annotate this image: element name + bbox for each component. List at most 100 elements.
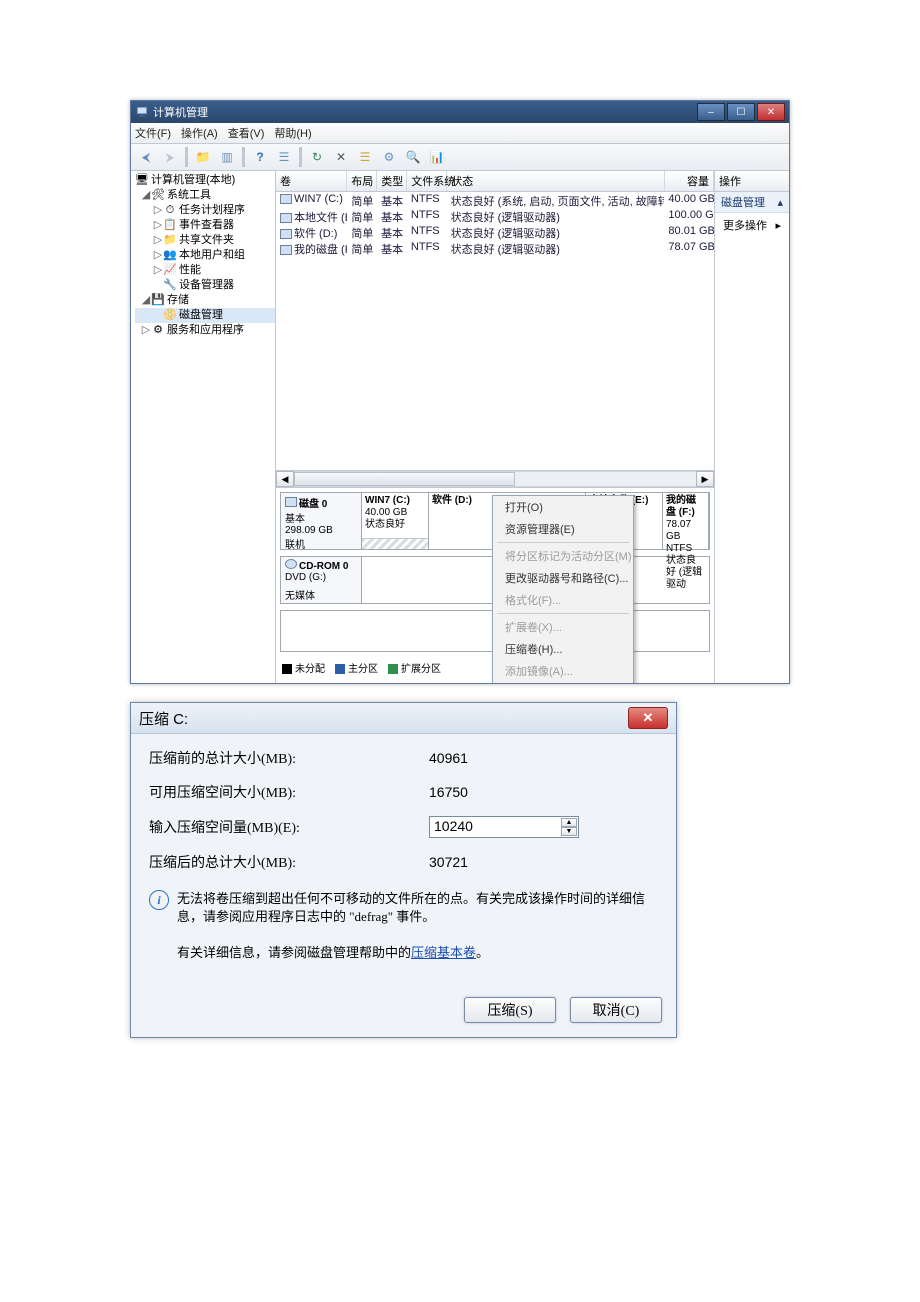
partition-c[interactable]: WIN7 (C:) 40.00 GB 状态良好: [362, 493, 429, 549]
scroll-thumb[interactable]: [294, 472, 515, 486]
size-after-label: 压缩后的总计大小(MB):: [149, 852, 429, 872]
forward-icon[interactable]: ⮞: [159, 146, 181, 168]
window-titlebar[interactable]: 计算机管理 – ☐ ✕: [131, 101, 789, 123]
ctx-add-mirror: 添加镜像(A)...: [493, 660, 633, 682]
cdrom-label: CD-ROM 0 DVD (G:) 无媒体: [281, 557, 362, 603]
col-layout[interactable]: 布局: [347, 171, 377, 191]
shrink-amount-input[interactable]: 10240 ▲ ▼: [429, 816, 579, 838]
actions-pane: 操作 磁盘管理▴ 更多操作▸: [715, 171, 789, 683]
legend-extended-icon: [388, 664, 398, 674]
volume-row[interactable]: 本地文件 (E:) 简单 基本 NTFS 状态良好 (逻辑驱动器) 100.00…: [276, 209, 714, 225]
spin-up-icon[interactable]: ▲: [561, 818, 577, 827]
col-status[interactable]: 状态: [447, 171, 664, 191]
ctx-open[interactable]: 打开(O): [493, 496, 633, 518]
menu-help[interactable]: 帮助(H): [274, 125, 311, 141]
tree-shared-folders[interactable]: ▷📁共享文件夹: [135, 233, 275, 248]
disk-row-0[interactable]: 磁盘 0 基本 298.09 GB 联机 WIN7 (C:) 40.00 GB …: [280, 492, 710, 550]
center-pane: 卷 布局 类型 文件系统 状态 容量 WIN7 (C:) 简单 基本 NTFS …: [276, 171, 715, 683]
tree-event-viewer[interactable]: ▷📋事件查看器: [135, 218, 275, 233]
refresh-icon[interactable]: ↻: [306, 146, 328, 168]
spinner[interactable]: ▲ ▼: [561, 818, 577, 836]
cancel-button[interactable]: 取消(C): [570, 997, 662, 1023]
volume-list: WIN7 (C:) 简单 基本 NTFS 状态良好 (系统, 启动, 页面文件,…: [276, 192, 714, 258]
col-fs[interactable]: 文件系统: [407, 171, 447, 191]
ctx-extend: 扩展卷(X)...: [493, 616, 633, 638]
help-icon[interactable]: ?: [249, 146, 271, 168]
volume-row[interactable]: 软件 (D:) 简单 基本 NTFS 状态良好 (逻辑驱动器) 80.01 GB: [276, 225, 714, 241]
ctx-shrink[interactable]: 压缩卷(H)...: [493, 638, 633, 660]
legend-unallocated-icon: [282, 664, 292, 674]
toolbar: ⮜ ⮞ 📁 ▥ ? ☰ ↻ ✕ ☰ ⚙ 🔍 📊: [131, 144, 789, 171]
scroll-right-icon[interactable]: ▶: [696, 471, 714, 487]
dialog-title: 压缩 C:: [139, 708, 188, 729]
help-link-line: 有关详细信息，请参阅磁盘管理帮助中的压缩基本卷。: [149, 942, 658, 983]
chevron-right-icon: ▸: [775, 219, 781, 232]
delete-icon[interactable]: ✕: [330, 146, 352, 168]
toolbar-separator: [242, 147, 245, 167]
minimize-button[interactable]: –: [697, 103, 725, 121]
toolbar-separator: [185, 147, 188, 167]
size-after-value: 30721: [429, 854, 579, 870]
dialog-close-button[interactable]: ✕: [628, 707, 668, 729]
partition-f[interactable]: 我的磁盘 (F:) 78.07 GB NTFS 状态良好 (逻辑驱动: [663, 493, 709, 549]
tree-task-scheduler[interactable]: ▷⏱任务计划程序: [135, 203, 275, 218]
tree-services-apps[interactable]: ▷⚙服务和应用程序: [135, 323, 275, 338]
legend-primary-icon: [335, 664, 345, 674]
shrink-dialog: 压缩 C: ✕ 压缩前的总计大小(MB): 40961 可用压缩空间大小(MB)…: [130, 702, 677, 1038]
dialog-titlebar[interactable]: 压缩 C: ✕: [131, 703, 676, 734]
col-volume[interactable]: 卷: [276, 171, 347, 191]
drive-icon: [280, 245, 292, 255]
dual-pane-icon[interactable]: ▥: [216, 146, 238, 168]
tree-performance[interactable]: ▷📈性能: [135, 263, 275, 278]
horizontal-scrollbar[interactable]: ◀ ▶: [276, 470, 714, 487]
tree-root[interactable]: 🖥计算机管理(本地): [135, 173, 275, 188]
view-icon[interactable]: ☰: [273, 146, 295, 168]
spin-down-icon[interactable]: ▼: [561, 827, 577, 836]
drive-icon: [280, 229, 292, 239]
tree-storage[interactable]: ◢💾存储: [135, 293, 275, 308]
properties-icon[interactable]: ☰: [354, 146, 376, 168]
volume-row[interactable]: 我的磁盘 (F:) 简单 基本 NTFS 状态良好 (逻辑驱动器) 78.07 …: [276, 241, 714, 257]
gear-icon[interactable]: ⚙: [378, 146, 400, 168]
tree-local-users[interactable]: ▷👥本地用户和组: [135, 248, 275, 263]
ctx-change-drive-letter[interactable]: 更改驱动器号和路径(C)...: [493, 567, 633, 589]
drive-icon: [280, 213, 292, 223]
menu-action[interactable]: 操作(A): [181, 125, 218, 141]
maximize-button[interactable]: ☐: [727, 103, 755, 121]
tree-system-tools[interactable]: ◢🛠系统工具: [135, 188, 275, 203]
menu-view[interactable]: 查看(V): [228, 125, 265, 141]
ctx-format: 格式化(F)...: [493, 589, 633, 611]
close-button[interactable]: ✕: [757, 103, 785, 121]
context-menu: 打开(O) 资源管理器(E) 将分区标记为活动分区(M) 更改驱动器号和路径(C…: [492, 495, 634, 683]
disk-label: 磁盘 0 基本 298.09 GB 联机: [281, 493, 362, 549]
toolbar-separator: [299, 147, 302, 167]
back-icon[interactable]: ⮜: [135, 146, 157, 168]
ctx-explore[interactable]: 资源管理器(E): [493, 518, 633, 540]
shrink-button[interactable]: 压缩(S): [464, 997, 556, 1023]
size-before-value: 40961: [429, 750, 579, 766]
tree-device-manager[interactable]: 🔧设备管理器: [135, 278, 275, 293]
actions-group[interactable]: 磁盘管理▴: [715, 192, 789, 213]
col-capacity[interactable]: 容量: [665, 171, 714, 191]
window-title: 计算机管理: [153, 104, 208, 120]
scroll-left-icon[interactable]: ◀: [276, 471, 294, 487]
tools-icon[interactable]: 📊: [426, 146, 448, 168]
menu-file[interactable]: 文件(F): [135, 125, 171, 141]
tree-disk-management[interactable]: 📀磁盘管理: [135, 308, 275, 323]
drive-icon: [280, 194, 292, 204]
tree-pane: 🖥计算机管理(本地) ◢🛠系统工具 ▷⏱任务计划程序 ▷📋事件查看器 ▷📁共享文…: [131, 171, 276, 683]
up-icon[interactable]: 📁: [192, 146, 214, 168]
size-before-label: 压缩前的总计大小(MB):: [149, 748, 429, 768]
volume-row[interactable]: WIN7 (C:) 简单 基本 NTFS 状态良好 (系统, 启动, 页面文件,…: [276, 193, 714, 209]
enter-shrink-label: 输入压缩空间量(MB)(E):: [149, 817, 429, 837]
available-shrink-label: 可用压缩空间大小(MB):: [149, 782, 429, 802]
col-type[interactable]: 类型: [377, 171, 407, 191]
shrink-help-link[interactable]: 压缩基本卷: [411, 945, 476, 960]
actions-more[interactable]: 更多操作▸: [715, 213, 789, 237]
scroll-track[interactable]: [294, 471, 696, 487]
info-icon: i: [149, 890, 169, 910]
available-shrink-value: 16750: [429, 784, 579, 800]
computer-management-window: 计算机管理 – ☐ ✕ 文件(F) 操作(A) 查看(V) 帮助(H) ⮜ ⮞ …: [130, 100, 790, 684]
disk-icon: [285, 497, 297, 507]
find-icon[interactable]: 🔍: [402, 146, 424, 168]
